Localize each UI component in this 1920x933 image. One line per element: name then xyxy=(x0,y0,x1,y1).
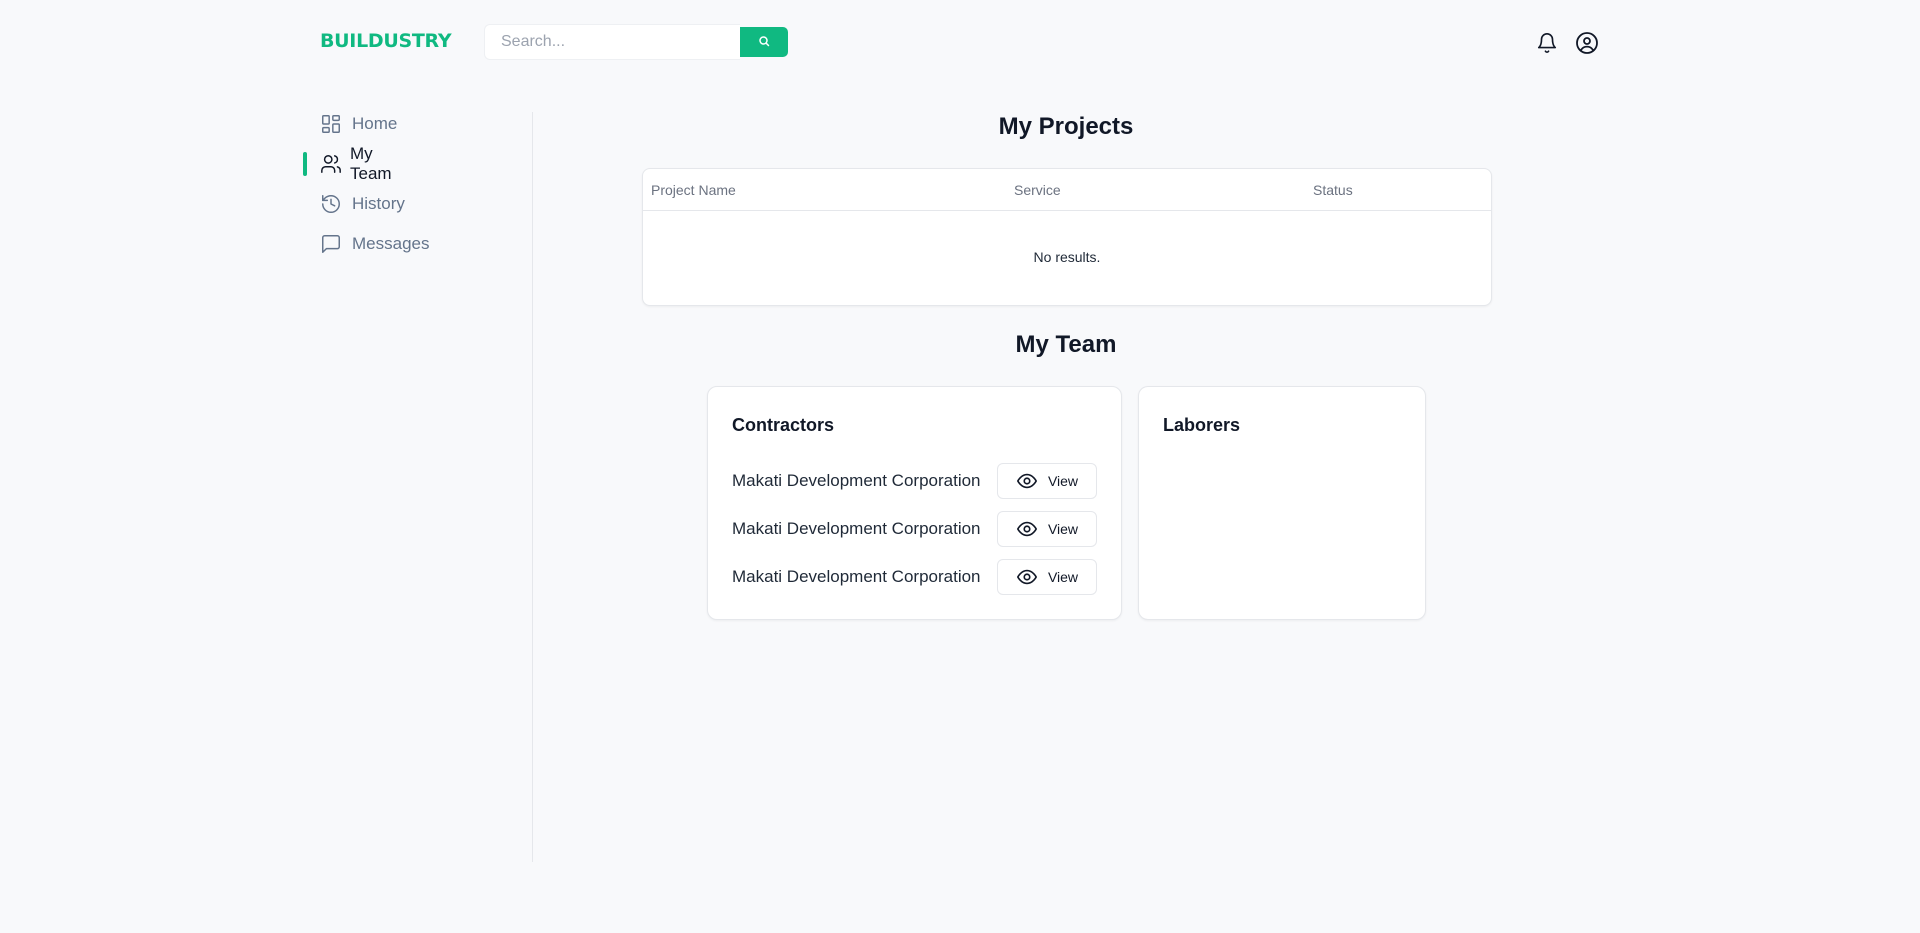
search-bar xyxy=(484,24,788,60)
sidebar-item-messages[interactable]: Messages xyxy=(320,229,429,259)
eye-icon xyxy=(1016,566,1038,588)
view-button[interactable]: View xyxy=(997,559,1097,595)
contractors-title: Contractors xyxy=(732,415,835,435)
column-project-name[interactable]: Project Name xyxy=(651,182,736,198)
column-status[interactable]: Status xyxy=(1313,182,1353,198)
view-button[interactable]: View xyxy=(997,511,1097,547)
contractor-name: Makati Development Corporation xyxy=(732,567,981,586)
view-button[interactable]: View xyxy=(997,463,1097,499)
sidebar-item-label: Messages xyxy=(352,234,430,253)
sidebar-item-label: Home xyxy=(352,114,398,133)
sidebar-divider xyxy=(532,112,533,862)
contractor-name: Makati Development Corporation xyxy=(732,519,981,538)
sidebar-item-label: History xyxy=(352,194,405,213)
sidebar-item-label: My Team xyxy=(350,144,392,183)
history-icon xyxy=(320,192,344,216)
projects-table: Project Name Service Status No results. xyxy=(642,168,1492,306)
table-header-row: Project Name Service Status xyxy=(643,169,1491,211)
dashboard-grid-icon xyxy=(320,112,344,136)
search-input[interactable] xyxy=(484,24,740,60)
contractor-name: Makati Development Corporation xyxy=(732,471,981,490)
list-item: Makati Development Corporation View xyxy=(732,559,1097,595)
team-title: My Team xyxy=(1015,331,1117,358)
eye-icon xyxy=(1016,470,1038,492)
search-icon xyxy=(758,35,770,50)
sidebar-item-my-team[interactable]: My Team xyxy=(320,144,394,183)
eye-icon xyxy=(1016,518,1038,540)
sidebar-item-history[interactable]: History xyxy=(320,189,405,219)
search-button[interactable] xyxy=(740,27,788,57)
view-button-label: View xyxy=(1047,521,1079,537)
active-indicator xyxy=(303,152,307,176)
list-item: Makati Development Corporation View xyxy=(732,511,1097,547)
laborers-card: Laborers xyxy=(1138,386,1426,620)
user-circle-icon[interactable] xyxy=(1574,30,1600,56)
projects-title: My Projects xyxy=(998,113,1134,140)
view-button-label: View xyxy=(1047,569,1079,585)
message-square-icon xyxy=(320,232,344,256)
empty-state: No results. xyxy=(1033,249,1101,265)
sidebar-item-home[interactable]: Home xyxy=(320,109,397,139)
view-button-label: View xyxy=(1047,473,1079,489)
laborers-title: Laborers xyxy=(1163,415,1241,435)
app-logo[interactable]: BUILDUSTRY xyxy=(320,30,452,52)
list-item: Makati Development Corporation View xyxy=(732,463,1097,499)
contractors-card: Contractors Makati Development Corporati… xyxy=(707,386,1122,620)
bell-icon[interactable] xyxy=(1534,30,1560,56)
users-icon xyxy=(320,152,342,176)
column-service[interactable]: Service xyxy=(1014,182,1061,198)
